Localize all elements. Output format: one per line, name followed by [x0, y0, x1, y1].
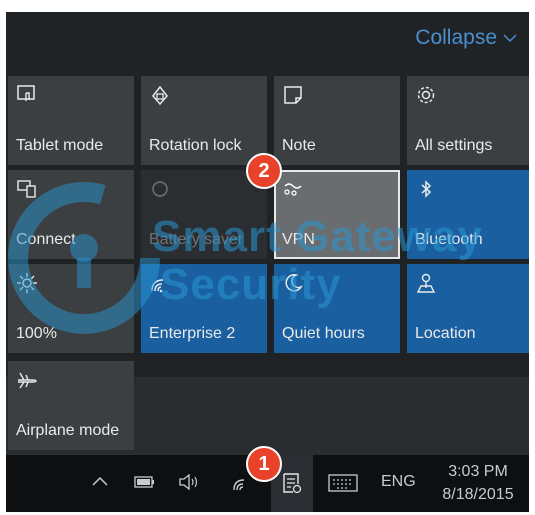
battery-saver-icon [152, 181, 168, 197]
tile-label: Tablet mode [16, 137, 104, 154]
action-center-icon [283, 473, 302, 494]
tile-wifi[interactable]: Enterprise 2 [141, 264, 267, 353]
tile-label: VPN [282, 231, 315, 248]
brightness-icon [17, 273, 37, 293]
tile-label: Airplane mode [16, 422, 120, 439]
touch-keyboard-button[interactable] [328, 474, 358, 492]
collapse-button[interactable]: Collapse [415, 26, 517, 50]
tile-label: Connect [16, 231, 76, 248]
moon-icon [285, 274, 303, 292]
tile-brightness[interactable]: 100% [8, 264, 134, 353]
tile-label: Enterprise 2 [149, 325, 236, 342]
battery-icon [134, 476, 154, 488]
connect-icon [17, 180, 36, 198]
tile-connect[interactable]: Connect [8, 170, 134, 259]
note-icon [284, 86, 302, 104]
tile-label: Quiet hours [282, 325, 365, 342]
clock-time: 3:03 PM [448, 463, 508, 480]
action-center-panel: Collapse Tablet mode Rotation lock Note … [6, 12, 529, 512]
tile-quiet-hours[interactable]: Quiet hours [274, 264, 400, 353]
tile-label: Battery saver [149, 231, 244, 248]
clock-date: 8/18/2015 [442, 486, 514, 503]
battery-button[interactable] [134, 475, 156, 489]
tile-label: Rotation lock [149, 137, 242, 154]
bluetooth-icon [421, 180, 432, 198]
chevron-up-icon [92, 476, 108, 486]
wifi-icon [151, 279, 164, 293]
chevron-down-icon [503, 34, 517, 43]
tile-label: All settings [415, 137, 493, 154]
tile-label: Note [282, 137, 316, 154]
clock[interactable]: 3:03 PM 8/18/2015 [436, 460, 520, 506]
collapse-label: Collapse [415, 26, 497, 49]
tile-tablet-mode[interactable]: Tablet mode [8, 76, 134, 165]
volume-button[interactable] [178, 474, 200, 490]
airplane-icon [18, 372, 37, 389]
step-2-badge: 2 [246, 153, 282, 189]
tablet-mode-icon [17, 85, 35, 101]
tile-battery-saver[interactable]: Battery saver [141, 170, 267, 259]
tile-location[interactable]: Location [407, 264, 529, 353]
gear-icon [417, 86, 435, 104]
tile-label: 100% [16, 325, 57, 342]
keyboard-icon [328, 474, 358, 492]
rotation-lock-icon [152, 85, 168, 106]
tile-note[interactable]: Note [274, 76, 400, 165]
location-icon [416, 273, 436, 293]
show-hidden-icons-button[interactable] [92, 475, 108, 487]
step-1-badge: 1 [246, 446, 282, 482]
tile-label: Bluetooth [415, 231, 483, 248]
input-language-button[interactable]: ENG [381, 473, 416, 491]
tile-airplane-mode[interactable]: Airplane mode [8, 361, 134, 450]
tile-vpn[interactable]: VPN [274, 170, 400, 259]
tile-bluetooth[interactable]: Bluetooth [407, 170, 529, 259]
speaker-icon [179, 474, 198, 490]
tile-label: Location [415, 325, 476, 342]
tile-all-settings[interactable]: All settings [407, 76, 529, 165]
tile-rotation-lock[interactable]: Rotation lock [141, 76, 267, 165]
vpn-icon [284, 183, 302, 196]
